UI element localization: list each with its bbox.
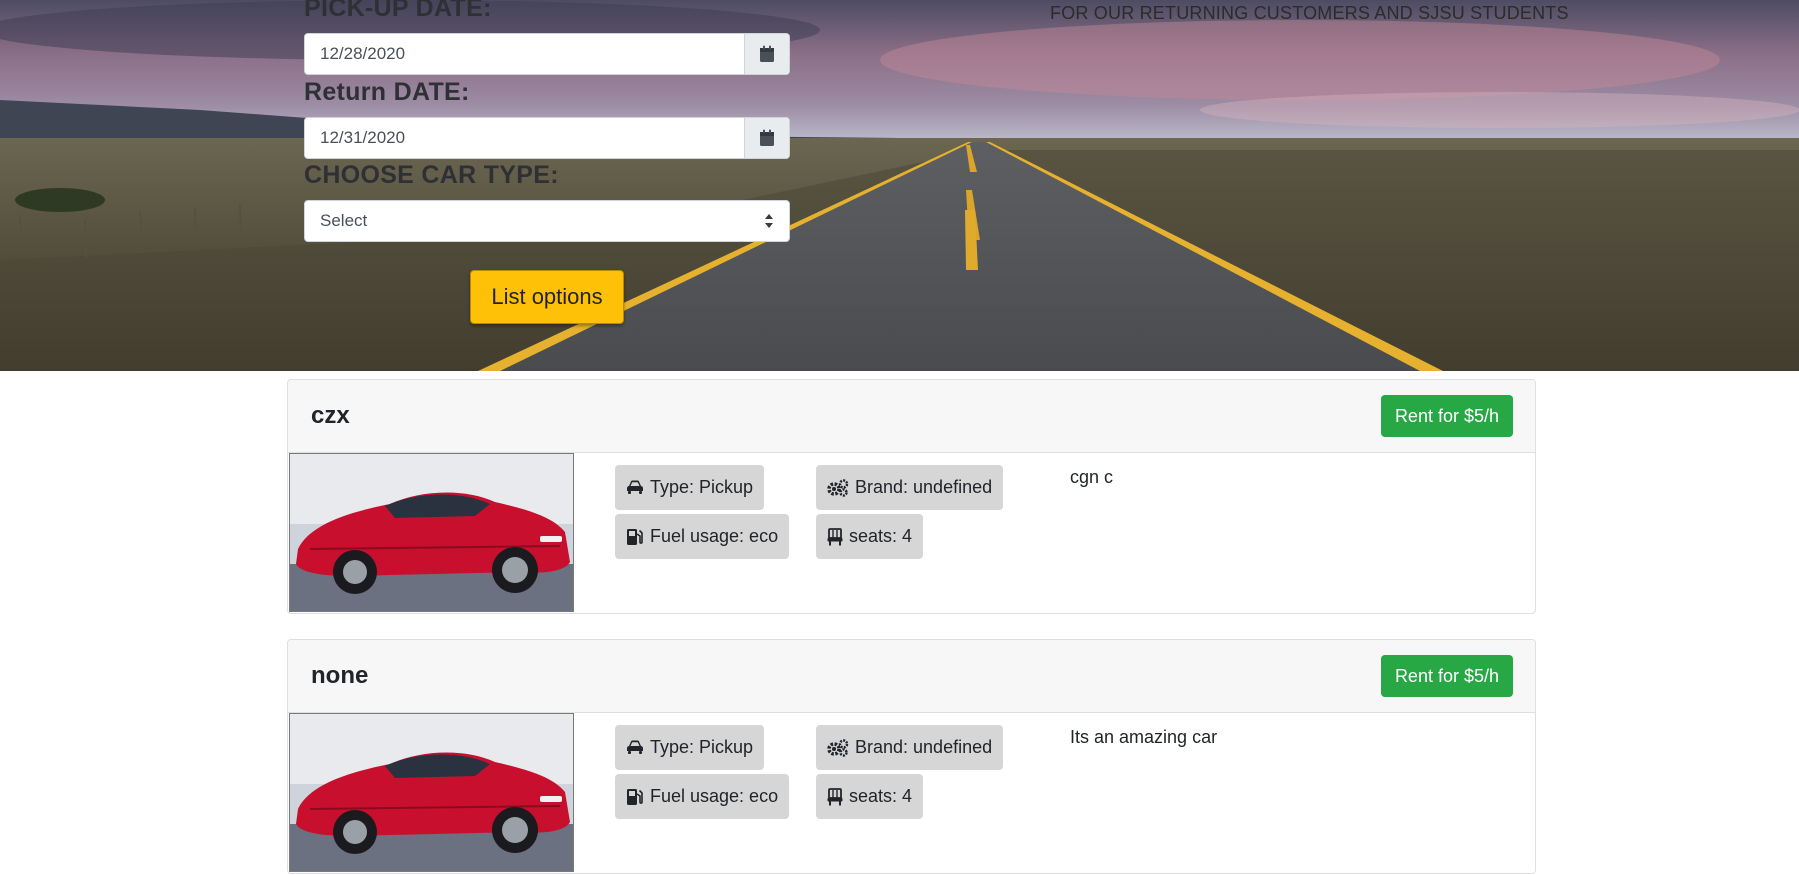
- rent-button[interactable]: Rent for $5/h: [1380, 395, 1513, 437]
- car-type-selected-value: Select: [320, 211, 368, 230]
- seat-icon: [827, 787, 843, 805]
- return-date-label: Return DATE:: [304, 78, 470, 106]
- car-card-body: Type: Pickup Brand: undefined Fuel usage…: [288, 453, 1535, 614]
- hero-banner: FOR OUR RETURNING CUSTOMERS AND SJSU STU…: [0, 0, 1799, 371]
- car-card: czx Rent for $5/h Type: Pickup Brand: un…: [287, 379, 1536, 614]
- seats-label: seats: 4: [849, 786, 913, 806]
- type-badge: Type: Pickup: [615, 725, 765, 770]
- promo-text: FOR OUR RETURNING CUSTOMERS AND SJSU STU…: [1050, 3, 1569, 23]
- type-label: Type: Pickup: [650, 737, 754, 757]
- road-landscape-background: [0, 0, 1799, 371]
- car-type-select[interactable]: Select: [304, 200, 790, 242]
- car-icon: [627, 480, 643, 494]
- rent-button[interactable]: Rent for $5/h: [1380, 655, 1513, 697]
- car-icon: [627, 740, 643, 754]
- fuel-label: Fuel usage: eco: [650, 526, 779, 546]
- seat-icon: [827, 527, 843, 545]
- pickup-date-group: [304, 33, 790, 75]
- car-name: none: [311, 662, 369, 689]
- pickup-date-label: PICK-UP DATE:: [304, 0, 492, 22]
- car-photo: [289, 453, 574, 612]
- seats-badge: seats: 4: [816, 774, 924, 819]
- car-card-header: none Rent for $5/h: [288, 640, 1535, 713]
- brand-label: Brand: undefined: [855, 737, 993, 757]
- gas-pump-icon: [627, 788, 643, 805]
- car-name: czx: [311, 402, 350, 429]
- car-card-body: Type: Pickup Brand: undefined Fuel usage…: [288, 713, 1535, 874]
- car-description: cgn c: [1070, 467, 1114, 487]
- calendar-icon: [760, 129, 774, 146]
- seats-badge: seats: 4: [816, 514, 924, 559]
- gears-icon: [827, 738, 849, 757]
- type-label: Type: Pickup: [650, 477, 754, 497]
- car-description: Its an amazing car: [1070, 727, 1218, 747]
- select-arrows-icon: [764, 214, 774, 228]
- seats-label: seats: 4: [849, 526, 913, 546]
- return-date-input[interactable]: [305, 118, 744, 158]
- calendar-icon: [760, 45, 774, 62]
- pickup-calendar-button[interactable]: [744, 34, 789, 74]
- fuel-label: Fuel usage: eco: [650, 786, 779, 806]
- fuel-badge: Fuel usage: eco: [615, 514, 790, 559]
- gas-pump-icon: [627, 528, 643, 545]
- type-badge: Type: Pickup: [615, 465, 765, 510]
- brand-badge: Brand: undefined: [816, 725, 1004, 770]
- brand-label: Brand: undefined: [855, 477, 993, 497]
- car-card: none Rent for $5/h Type: Pickup Brand: u…: [287, 639, 1536, 874]
- list-options-button[interactable]: List options: [470, 270, 624, 324]
- fuel-badge: Fuel usage: eco: [615, 774, 790, 819]
- car-photo: [289, 713, 574, 872]
- return-calendar-button[interactable]: [744, 118, 789, 158]
- return-date-group: [304, 117, 790, 159]
- brand-badge: Brand: undefined: [816, 465, 1004, 510]
- car-card-header: czx Rent for $5/h: [288, 380, 1535, 453]
- car-type-label: CHOOSE CAR TYPE:: [304, 161, 559, 189]
- gears-icon: [827, 478, 849, 497]
- pickup-date-input[interactable]: [305, 34, 744, 74]
